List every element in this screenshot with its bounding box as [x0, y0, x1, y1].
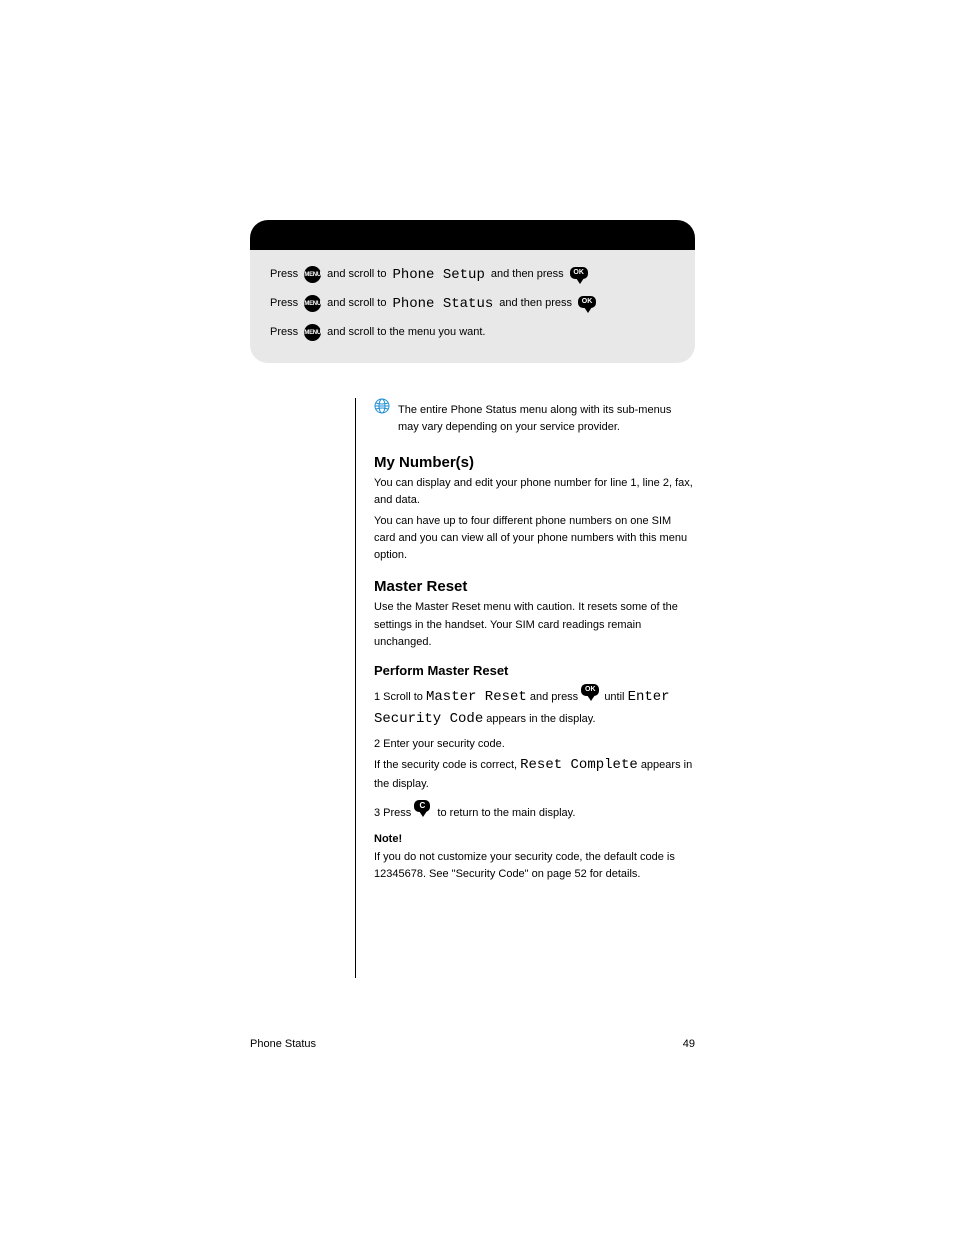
step-text: 1 Scroll to — [374, 691, 423, 703]
ui-label: Reset Complete — [520, 757, 638, 773]
nav-box: Press MENU and scroll to Phone Setup and… — [250, 220, 695, 363]
note-paragraph: If you do not customize your security co… — [374, 849, 695, 883]
paragraph: You can have up to four different phone … — [374, 513, 695, 564]
nav-target: Phone Status — [392, 293, 493, 315]
nav-row: Press MENU and scroll to the menu you wa… — [270, 320, 675, 345]
step-1: 1 Scroll to Master Reset and press OK un… — [374, 684, 695, 731]
menu-icon: MENU — [304, 295, 321, 312]
step-text: If the security code is correct, — [374, 759, 517, 771]
globe-note-text: The entire Phone Status menu along with … — [398, 402, 695, 436]
nav-row: Press MENU and scroll to Phone Status an… — [270, 291, 675, 316]
heading-my-numbers: My Number(s) — [374, 454, 695, 471]
menu-icon: MENU — [304, 266, 321, 283]
paragraph: Use the Master Reset menu with caution. … — [374, 599, 695, 650]
step-text: and press — [530, 691, 578, 703]
nav-text: and then press — [499, 295, 572, 312]
step-3: 3 Press C to return to the main display. — [374, 800, 695, 823]
nav-row: Press MENU and scroll to Phone Setup and… — [270, 262, 675, 287]
menu-icon: MENU — [304, 324, 321, 341]
footer-left: Phone Status — [250, 1038, 316, 1050]
nav-target: Phone Setup — [392, 264, 484, 286]
nav-text: and scroll to — [327, 295, 386, 312]
page-footer: Phone Status 49 — [250, 1038, 695, 1050]
step-text: appears in the display. — [486, 713, 595, 725]
paragraph: You can display and edit your phone numb… — [374, 475, 695, 509]
globe-icon — [374, 398, 390, 414]
main-content-column: The entire Phone Status menu along with … — [355, 398, 695, 978]
step-text: 3 Press — [374, 807, 411, 819]
nav-text: and scroll to the menu you want. — [327, 324, 485, 341]
step-text: to return to the main display. — [437, 807, 575, 819]
footer-page-number: 49 — [683, 1038, 695, 1050]
heading-perform-master-reset: Perform Master Reset — [374, 663, 695, 678]
nav-text: and then press — [491, 266, 564, 283]
nav-box-header-bar — [250, 220, 695, 250]
ok-icon: OK — [581, 684, 601, 700]
ui-label: Master Reset — [426, 689, 527, 705]
step-text: 2 Enter your security code. — [374, 738, 505, 750]
nav-text: Press — [270, 295, 298, 312]
c-icon: C — [414, 800, 434, 816]
note-heading: Note! — [374, 833, 695, 845]
heading-master-reset: Master Reset — [374, 578, 695, 595]
ok-icon: OK — [570, 267, 590, 283]
nav-text: Press — [270, 266, 298, 283]
nav-text: Press — [270, 324, 298, 341]
ok-icon: OK — [578, 296, 598, 312]
nav-text: and scroll to — [327, 266, 386, 283]
step-text: until — [604, 691, 624, 703]
step-2: 2 Enter your security code. If the secur… — [374, 736, 695, 794]
globe-note-row: The entire Phone Status menu along with … — [374, 398, 695, 440]
